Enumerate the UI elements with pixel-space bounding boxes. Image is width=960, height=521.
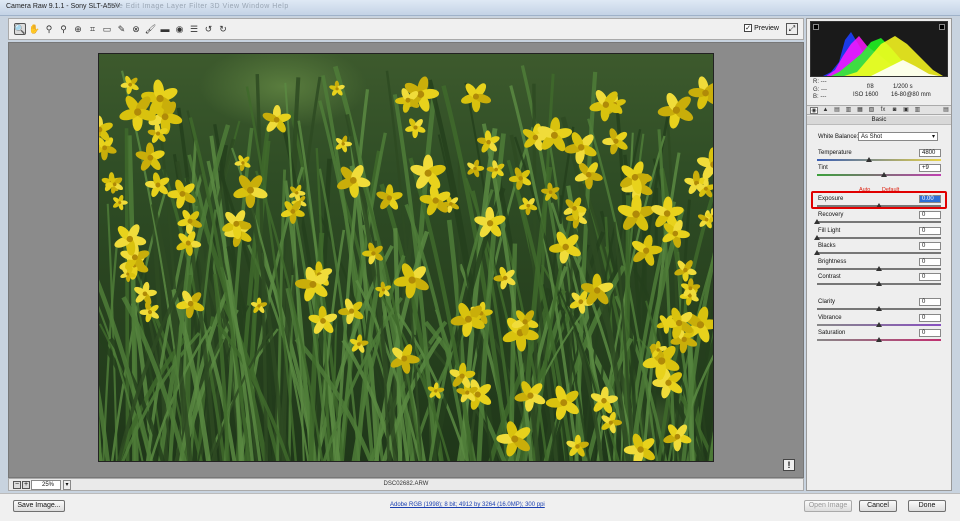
adjustment-panel: R: --- G: --- B: --- f/8 1/200 s ISO 160…	[806, 18, 952, 491]
image-preview-area: !	[8, 42, 804, 478]
ghost-menu: File Edit Image Layer Filter 3D View Win…	[110, 3, 289, 10]
status-row: − + 25% ▾ DSC02682.ARW	[8, 478, 804, 491]
white-balance-label: White Balance:	[818, 134, 859, 140]
tint-thumb[interactable]	[880, 172, 887, 177]
cancel-button[interactable]: Cancel	[859, 500, 897, 512]
b-value: B: ---	[813, 94, 827, 100]
temperature-track[interactable]	[817, 159, 941, 161]
iso: ISO 1600	[853, 92, 879, 98]
temperature-thumb[interactable]	[866, 157, 873, 162]
aperture: f/8	[867, 84, 874, 90]
daylily-photo	[99, 65, 713, 461]
spot-removal-icon[interactable]: ✎	[116, 23, 128, 35]
histogram-graph	[823, 32, 943, 76]
workflow-options-link[interactable]: Adobe RGB (1998); 8 bit; 4912 by 3264 (1…	[390, 502, 545, 508]
presets-tab-icon[interactable]: ▣	[902, 107, 910, 114]
file-name: DSC02682.ARW	[383, 481, 429, 487]
detail-tab-icon[interactable]: ▤	[833, 107, 841, 114]
blacks-value-field[interactable]: 0	[919, 242, 941, 250]
fill-light-thumb[interactable]	[814, 235, 820, 240]
fill-light-label: Fill Light	[818, 228, 841, 234]
rgb-readout: R: --- G: --- B: ---	[813, 79, 827, 102]
saturation-thumb[interactable]	[876, 337, 882, 342]
preview-label: Preview	[754, 24, 779, 32]
targeted-adjustment-icon[interactable]: ⊕	[72, 23, 84, 35]
shutter-speed: 1/200 s	[893, 84, 913, 90]
camera-calibration-tab-icon[interactable]: ◙	[891, 107, 899, 114]
adjustment-brush-icon[interactable]: 🖌	[145, 23, 157, 35]
lens-corrections-tab-icon[interactable]: ▧	[868, 107, 876, 114]
rotate-ccw-icon[interactable]: ↺	[203, 23, 215, 35]
temperature-value-field[interactable]: 4800	[919, 149, 941, 157]
recovery-track[interactable]	[817, 221, 941, 223]
fill-light-track[interactable]	[817, 237, 941, 239]
color-sampler-icon[interactable]: ⚲	[58, 23, 70, 35]
vibrance-value-field[interactable]: 0	[919, 314, 941, 322]
brightness-label: Brightness	[818, 259, 847, 265]
panel-tabs: ◉ ▲ ▤ ▥ ▦ ▧ fx ◙ ▣ ▥ ▤	[807, 105, 951, 115]
preview-checkbox[interactable]: ✓	[744, 24, 753, 32]
vibrance-label: Vibrance	[818, 315, 842, 321]
preview-toggle[interactable]: ✓ Preview	[744, 24, 779, 32]
saturation-label: Saturation	[818, 330, 846, 336]
lens: 16-80@80 mm	[891, 92, 931, 98]
photo-preview	[98, 53, 714, 462]
fill-light-value-field[interactable]: 0	[919, 227, 941, 235]
tint-track[interactable]	[817, 174, 941, 176]
blacks-track[interactable]	[817, 252, 941, 254]
effects-tab-icon[interactable]: fx	[879, 107, 887, 114]
radial-filter-icon[interactable]: ◉	[174, 23, 186, 35]
shadow-clipping-toggle[interactable]	[813, 24, 819, 30]
tint-label: Tint	[818, 165, 828, 171]
toolbar: ✓ Preview ⤢ 🔍 ✋ ⚲ ⚲ ⊕ ⌗ ▭ ✎ ⊗ 🖌 ▬ ◉ ☰ ↺ ↻	[8, 18, 804, 40]
title-bar: Camera Raw 9.1.1 - Sony SLT-A55V File Ed…	[0, 0, 960, 16]
zoom-icon[interactable]: 🔍	[14, 23, 26, 35]
hsl-tab-icon[interactable]: ▥	[845, 107, 853, 114]
crop-icon[interactable]: ⌗	[87, 23, 99, 35]
clarity-value-field[interactable]: 0	[919, 298, 941, 306]
highlight-clipping-toggle[interactable]	[939, 24, 945, 30]
tint-value-field[interactable]: +9	[919, 164, 941, 172]
done-button[interactable]: Done	[908, 500, 946, 512]
brightness-thumb[interactable]	[876, 266, 882, 271]
clarity-label: Clarity	[818, 299, 836, 305]
basic-tab-icon[interactable]: ◉	[810, 107, 818, 114]
exposure-highlight-box	[811, 191, 947, 209]
panel-header: Basic	[807, 116, 951, 125]
contrast-thumb[interactable]	[876, 281, 882, 286]
white-balance-select[interactable]: As Shot	[858, 132, 938, 141]
warning-icon[interactable]: !	[783, 459, 795, 471]
clarity-thumb[interactable]	[876, 306, 882, 311]
recovery-value-field[interactable]: 0	[919, 211, 941, 219]
temperature-label: Temperature	[818, 150, 852, 156]
straighten-icon[interactable]: ▭	[101, 23, 113, 35]
histogram	[810, 21, 948, 77]
vibrance-thumb[interactable]	[876, 322, 882, 327]
brightness-value-field[interactable]: 0	[919, 258, 941, 266]
blacks-thumb[interactable]	[814, 250, 820, 255]
hand-icon[interactable]: ✋	[29, 23, 41, 35]
save-image-button[interactable]: Save Image...	[13, 500, 65, 512]
preferences-icon[interactable]: ☰	[188, 23, 200, 35]
blacks-label: Blacks	[818, 243, 836, 249]
rotate-cw-icon[interactable]: ↻	[217, 23, 229, 35]
fullscreen-icon[interactable]: ⤢	[786, 23, 798, 35]
snapshots-tab-icon[interactable]: ▥	[914, 107, 922, 114]
split-toning-tab-icon[interactable]: ▦	[856, 107, 864, 114]
contrast-value-field[interactable]: 0	[919, 273, 941, 281]
recovery-label: Recovery	[818, 212, 844, 218]
g-value: G: ---	[813, 86, 827, 93]
graduated-filter-icon[interactable]: ▬	[159, 23, 171, 35]
recovery-thumb[interactable]	[814, 219, 820, 224]
bottom-bar: Save Image... Adobe RGB (1998); 8 bit; 4…	[0, 493, 960, 521]
red-eye-icon[interactable]: ⊗	[130, 23, 142, 35]
open-image-button[interactable]: Open Image	[804, 500, 852, 512]
window-title: Camera Raw 9.1.1 - Sony SLT-A55V	[6, 3, 120, 10]
saturation-value-field[interactable]: 0	[919, 329, 941, 337]
contrast-label: Contrast	[818, 274, 841, 280]
r-value: R: ---	[813, 79, 827, 85]
panel-menu-icon[interactable]: ▤	[942, 107, 950, 114]
tone-curve-tab-icon[interactable]: ▲	[822, 107, 830, 114]
white-balance-icon[interactable]: ⚲	[43, 23, 55, 35]
